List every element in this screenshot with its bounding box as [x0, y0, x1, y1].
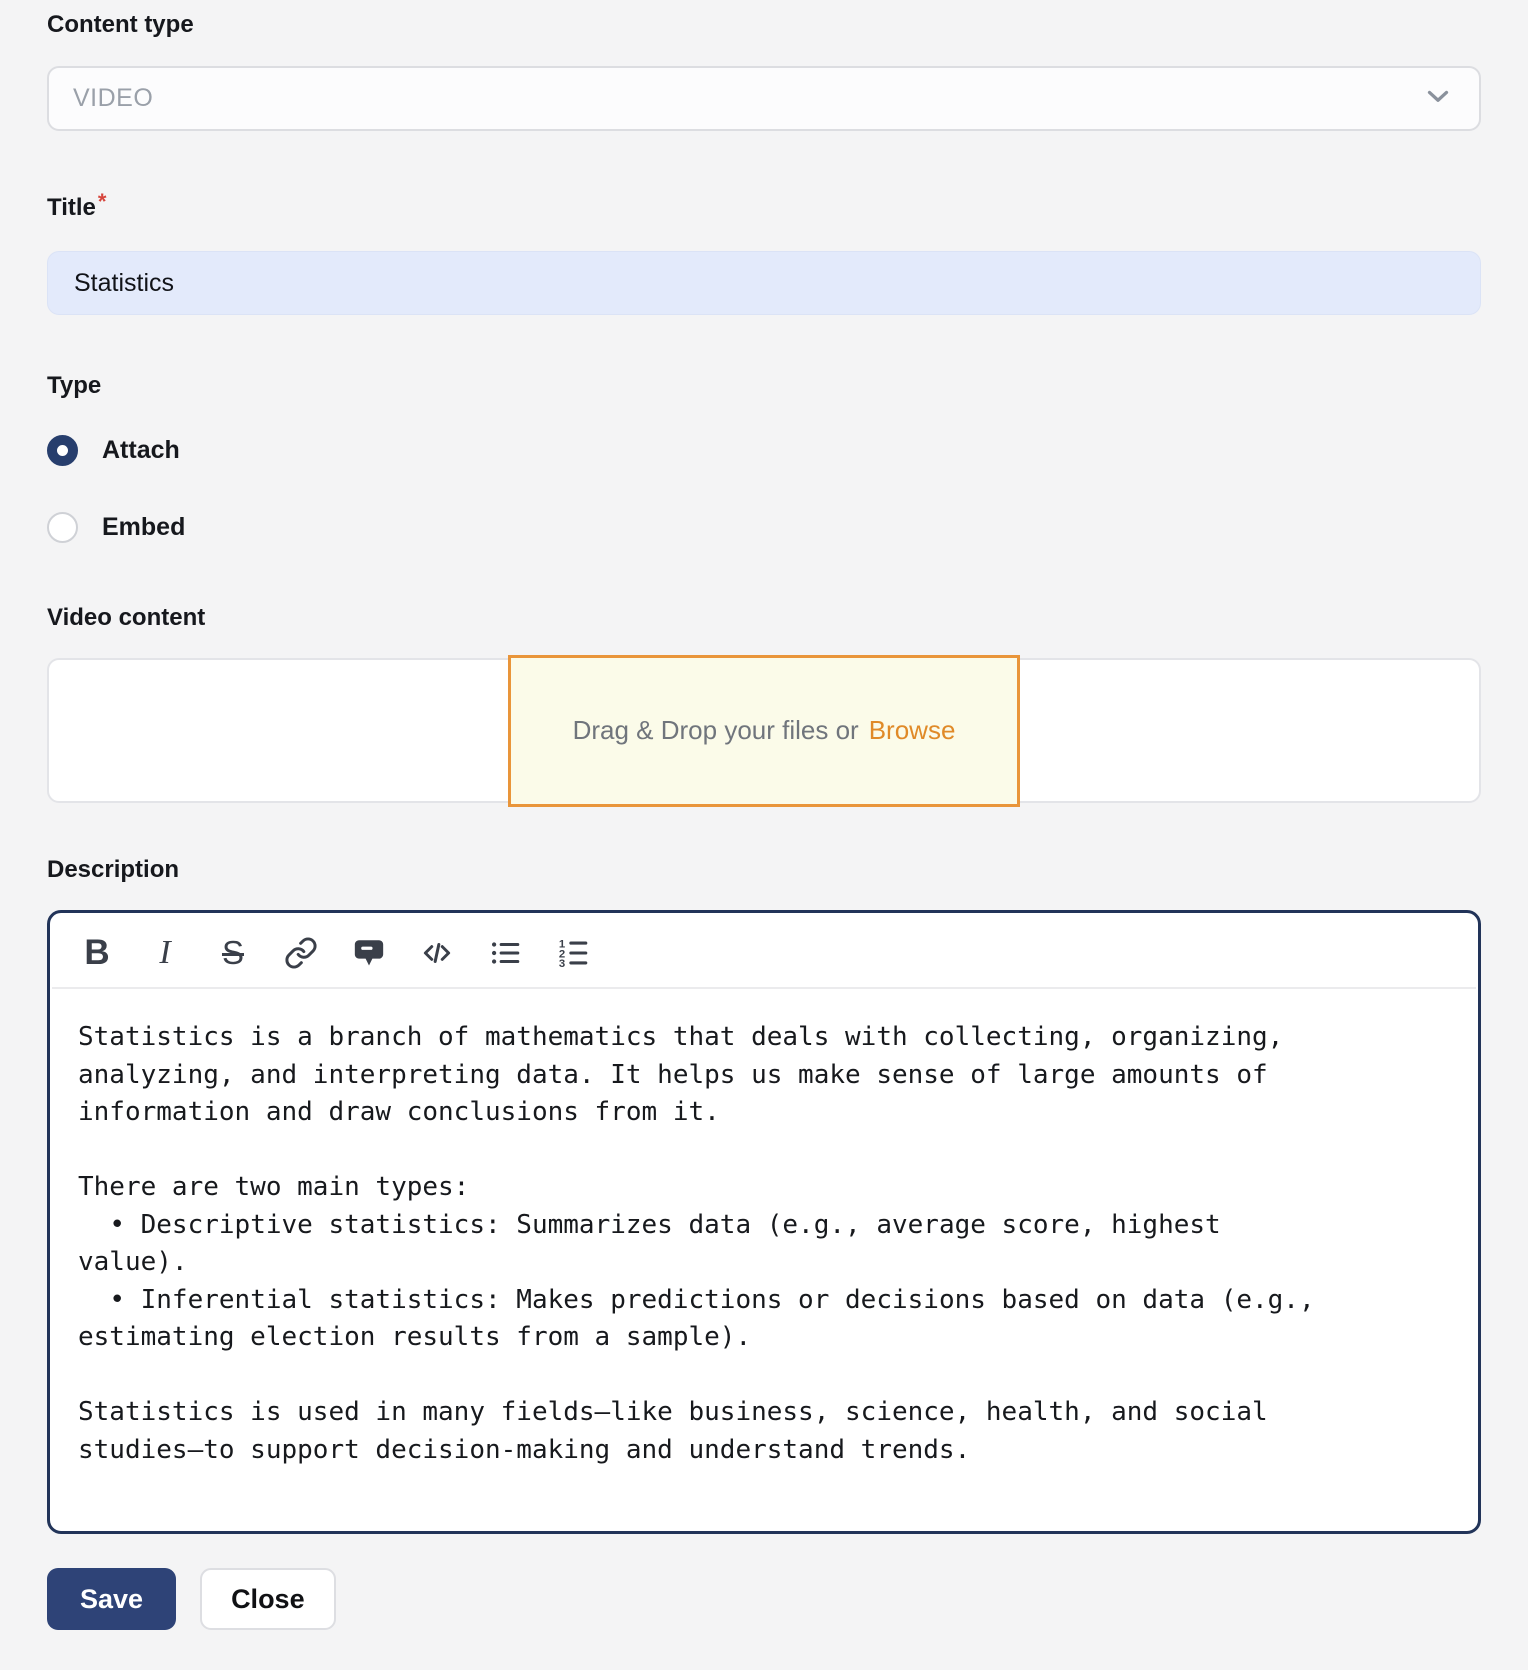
video-upload-container: Drag & Drop your files or Browse [47, 654, 1481, 807]
content-type-select[interactable]: VIDEO [47, 66, 1481, 131]
radio-unselected-icon[interactable] [47, 512, 78, 543]
video-content-label: Video content [47, 604, 206, 631]
browse-link[interactable]: Browse [869, 715, 956, 746]
dropzone-text: Drag & Drop your files or [572, 715, 859, 745]
title-label: Title* [47, 189, 107, 221]
comment-icon[interactable] [350, 933, 388, 973]
code-icon[interactable] [418, 933, 456, 973]
content-form: Content type VIDEO Title* Type Attach Em… [47, 10, 1481, 1630]
svg-text:3: 3 [559, 958, 565, 970]
bold-icon[interactable]: B [78, 933, 116, 973]
title-input[interactable] [47, 251, 1481, 315]
chevron-down-icon [1421, 79, 1455, 118]
file-dropzone[interactable]: Drag & Drop your files or Browse [508, 654, 1020, 807]
radio-option-attach[interactable]: Attach [47, 435, 1481, 466]
close-button[interactable]: Close [200, 1568, 336, 1630]
link-icon[interactable] [282, 933, 320, 973]
italic-icon[interactable]: I [146, 933, 184, 973]
description-text[interactable]: Statistics is a branch of mathematics th… [50, 989, 1478, 1531]
radio-label-embed: Embed [102, 513, 186, 541]
save-button[interactable]: Save [47, 1568, 177, 1630]
ordered-list-icon[interactable]: 123 [554, 933, 592, 973]
radio-selected-icon[interactable] [47, 435, 78, 466]
radio-option-embed[interactable]: Embed [47, 512, 1481, 543]
required-asterisk: * [97, 189, 107, 214]
content-type-label: Content type [47, 11, 194, 38]
editor-toolbar: B I S 123 [50, 913, 1478, 987]
content-type-value: VIDEO [73, 84, 154, 112]
strikethrough-icon[interactable]: S [214, 933, 252, 973]
bullet-list-icon[interactable] [486, 933, 524, 973]
type-label: Type [47, 372, 102, 399]
description-editor: B I S 123 Statistics is a branch of math… [47, 910, 1481, 1534]
radio-label-attach: Attach [102, 436, 180, 464]
form-actions: Save Close [47, 1568, 1481, 1630]
description-label: Description [47, 856, 180, 883]
